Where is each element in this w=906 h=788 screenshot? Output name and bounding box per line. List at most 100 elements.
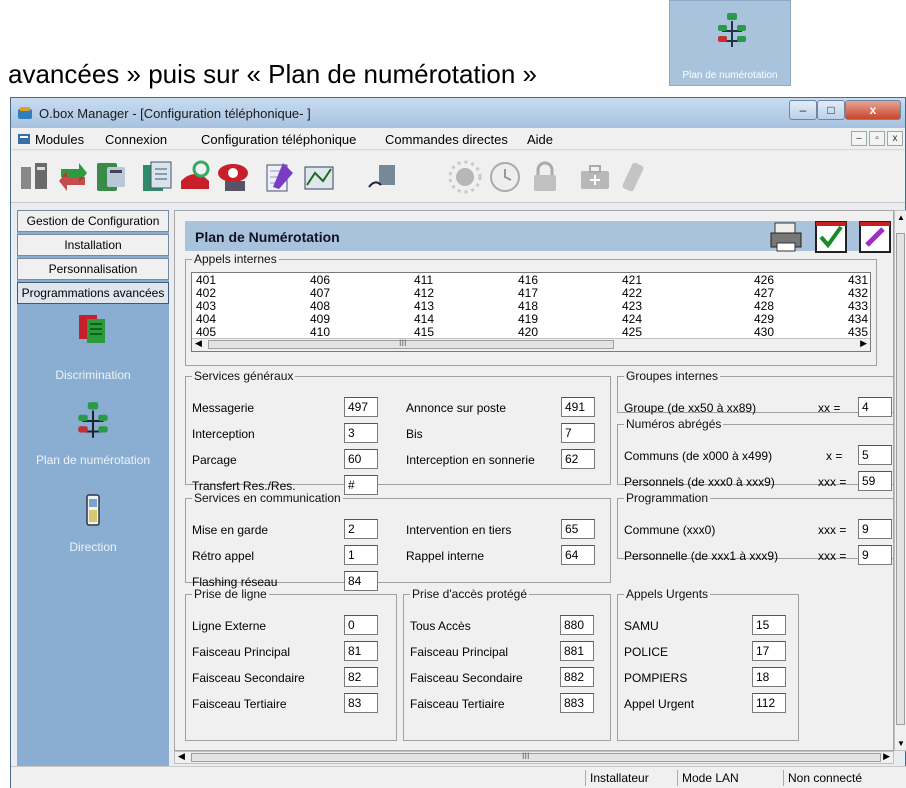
- horizontal-scroll-thumb[interactable]: III: [191, 751, 881, 762]
- int-col-2: 406 407 408 409 410: [310, 273, 331, 339]
- mdi-minimize-button[interactable]: –: [851, 131, 867, 146]
- network-config-icon[interactable]: [17, 159, 53, 195]
- appels-urgents-group: Appels Urgents SAMU 15 POLICE 17 POMPIER…: [617, 587, 799, 741]
- input-protege-faisceau-secondaire[interactable]: 882: [560, 667, 594, 687]
- phone-list-icon[interactable]: [93, 159, 129, 195]
- input-interception[interactable]: 3: [344, 423, 378, 443]
- clock-icon[interactable]: [487, 159, 523, 195]
- hscroll-left-arrow-icon[interactable]: ◀: [178, 751, 185, 762]
- input-annonce-poste[interactable]: 491: [561, 397, 595, 417]
- input-appel-urgent[interactable]: 112: [752, 693, 786, 713]
- menu-modules[interactable]: Modules: [35, 132, 84, 147]
- scroll-left-arrow-icon[interactable]: ◀: [195, 338, 202, 349]
- vertical-scroll-thumb[interactable]: [896, 233, 905, 725]
- input-personnels[interactable]: 59: [858, 471, 892, 491]
- scroll-down-arrow-icon[interactable]: ▼: [897, 739, 905, 748]
- plan-numerotation-icon[interactable]: [77, 400, 109, 442]
- sidebar-item-direction[interactable]: Direction: [17, 540, 169, 554]
- prefix-groupe: xx =: [818, 401, 841, 415]
- app-phone-icon: [18, 107, 32, 119]
- direction-phone-icon[interactable]: [83, 493, 103, 527]
- scroll-up-arrow-icon[interactable]: ▲: [897, 213, 905, 222]
- modem-connect-icon[interactable]: [365, 159, 401, 195]
- transfer-arrows-icon[interactable]: [55, 159, 91, 195]
- status-user: Installateur: [585, 770, 675, 786]
- label-tous-acces: Tous Accès: [410, 619, 471, 633]
- nav-installation[interactable]: Installation: [17, 234, 169, 256]
- input-faisceau-principal[interactable]: 81: [344, 641, 378, 661]
- phone-book-icon[interactable]: [139, 159, 175, 195]
- hscroll-right-arrow-icon[interactable]: ▶: [883, 751, 890, 762]
- chart-edit-icon[interactable]: [301, 159, 337, 195]
- content-horizontal-scrollbar[interactable]: ◀ III ▶: [174, 751, 894, 764]
- sidebar-item-plan-numerotation[interactable]: Plan de numérotation: [17, 453, 169, 467]
- close-button[interactable]: x: [845, 100, 901, 120]
- title-bar[interactable]: O.box Manager - [Configuration téléphoni…: [11, 98, 905, 128]
- content-vertical-scrollbar[interactable]: ▲ ▼: [894, 210, 906, 751]
- sun-status-icon[interactable]: [447, 159, 483, 195]
- toolbox-icon[interactable]: [577, 159, 613, 195]
- input-pompiers[interactable]: 18: [752, 667, 786, 687]
- input-retro-appel[interactable]: 1: [344, 545, 378, 565]
- mdi-close-button[interactable]: x: [887, 131, 903, 146]
- phone-search-icon[interactable]: [177, 159, 213, 195]
- internal-numbers-list[interactable]: 401 402 403 404 405 406 407 408 409 410 411 412 41…: [191, 272, 871, 352]
- nav-personnalisation[interactable]: Personnalisation: [17, 258, 169, 280]
- label-protege-faisceau-principal: Faisceau Principal: [410, 645, 509, 659]
- menu-connexion[interactable]: Connexion: [105, 132, 167, 147]
- minimize-button[interactable]: –: [789, 100, 817, 120]
- status-connection: Non connecté: [783, 770, 893, 786]
- input-faisceau-secondaire[interactable]: 82: [344, 667, 378, 687]
- discrimination-icon[interactable]: [77, 313, 109, 345]
- label-commune: Commune (xxx0): [624, 523, 716, 537]
- menu-commandes-directes[interactable]: Commandes directes: [385, 132, 508, 147]
- page-title: Plan de Numérotation: [195, 229, 340, 245]
- nav-programmations-avancees[interactable]: Programmations avancées: [17, 282, 169, 304]
- printer-icon[interactable]: [769, 219, 805, 255]
- services-communication-legend: Services en communication: [194, 491, 341, 505]
- input-protege-faisceau-tertiaire[interactable]: 883: [560, 693, 594, 713]
- input-messagerie[interactable]: 497: [344, 397, 378, 417]
- checklist-pen-icon[interactable]: [261, 159, 297, 195]
- nav-gestion-configuration[interactable]: Gestion de Configuration: [17, 210, 169, 232]
- input-protege-faisceau-principal[interactable]: 881: [560, 641, 594, 661]
- scroll-grip: III: [399, 338, 407, 348]
- label-protege-faisceau-secondaire: Faisceau Secondaire: [410, 671, 523, 685]
- menu-aide[interactable]: Aide: [527, 132, 553, 147]
- input-intervention-tiers[interactable]: 65: [561, 519, 595, 539]
- validate-check-icon[interactable]: [813, 219, 849, 255]
- input-commune[interactable]: 9: [858, 519, 892, 539]
- services-generaux-group: Services généraux Messagerie 497 Interce…: [185, 369, 611, 495]
- input-bis[interactable]: 7: [561, 423, 595, 443]
- label-samu: SAMU: [624, 619, 659, 633]
- input-communs[interactable]: 5: [858, 445, 892, 465]
- internal-list-scroll-thumb[interactable]: III: [208, 338, 614, 349]
- appels-urgents-legend: Appels Urgents: [626, 587, 709, 601]
- label-communs: Communs (de x000 à x499): [624, 449, 773, 463]
- menu-configuration-telephonique[interactable]: Configuration téléphonique: [201, 132, 356, 147]
- scroll-right-arrow-icon[interactable]: ▶: [860, 338, 867, 349]
- input-parcage[interactable]: 60: [344, 449, 378, 469]
- lock-icon[interactable]: [527, 159, 563, 195]
- input-police[interactable]: 17: [752, 641, 786, 661]
- input-personnelle[interactable]: 9: [858, 545, 892, 565]
- sidebar-item-discrimination[interactable]: Discrimination: [17, 368, 169, 382]
- hscroll-grip: III: [522, 751, 530, 761]
- label-rappel-interne: Rappel interne: [406, 549, 485, 563]
- input-samu[interactable]: 15: [752, 615, 786, 635]
- input-interception-sonnerie[interactable]: 62: [561, 449, 595, 469]
- internal-list-hscroll[interactable]: ◀ III ▶: [192, 338, 870, 351]
- input-ligne-externe[interactable]: 0: [344, 615, 378, 635]
- input-rappel-interne[interactable]: 64: [561, 545, 595, 565]
- prise-acces-protege-group: Prise d'accès protégé Tous Accès 880 Fai…: [403, 587, 611, 741]
- input-mise-en-garde[interactable]: 2: [344, 519, 378, 539]
- input-faisceau-tertiaire[interactable]: 83: [344, 693, 378, 713]
- edit-document-icon[interactable]: [857, 219, 893, 255]
- eye-monitor-icon[interactable]: [215, 159, 251, 195]
- maximize-button[interactable]: □: [817, 100, 845, 120]
- mobile-phone-icon[interactable]: [615, 159, 651, 195]
- input-groupe[interactable]: 4: [858, 397, 892, 417]
- input-tous-acces[interactable]: 880: [560, 615, 594, 635]
- mdi-restore-button[interactable]: ▫: [869, 131, 885, 146]
- instruction-caption: avancées » puis sur « Plan de numérotati…: [8, 59, 538, 89]
